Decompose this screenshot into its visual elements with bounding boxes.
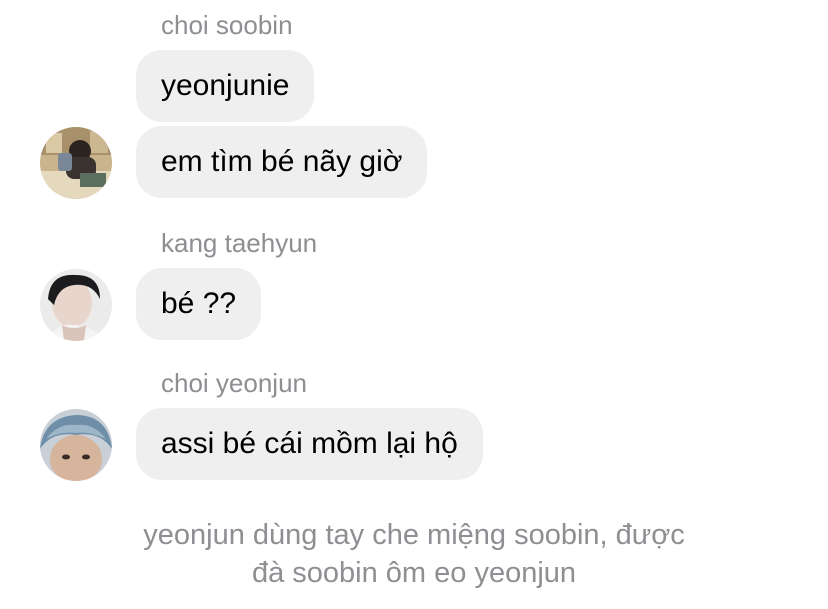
narration-line: đà soobin ôm eo yeonjun xyxy=(251,557,577,589)
soobin-avatar[interactable] xyxy=(40,127,112,199)
message-bubble[interactable]: bé ?? xyxy=(136,268,262,340)
message-bubble[interactable]: yeonjunie xyxy=(136,50,315,122)
sender-name: choi soobin xyxy=(161,10,293,40)
narration-text: yeonjun dùng tay che miệng soobin, được … xyxy=(0,516,828,592)
taehyun-avatar[interactable] xyxy=(40,269,112,341)
sender-name: choi yeonjun xyxy=(161,368,307,398)
avatar-photo-icon xyxy=(40,127,112,199)
message-bubble[interactable]: assi bé cái mồm lại hộ xyxy=(136,408,483,480)
narration-line: yeonjun dùng tay che miệng soobin, được xyxy=(143,519,685,551)
avatar-photo-icon xyxy=(40,269,112,341)
yeonjun-avatar[interactable] xyxy=(40,409,112,481)
message-bubble[interactable]: em tìm bé nãy giờ xyxy=(136,126,428,198)
sender-name: kang taehyun xyxy=(161,228,318,258)
avatar-photo-icon xyxy=(40,409,112,481)
